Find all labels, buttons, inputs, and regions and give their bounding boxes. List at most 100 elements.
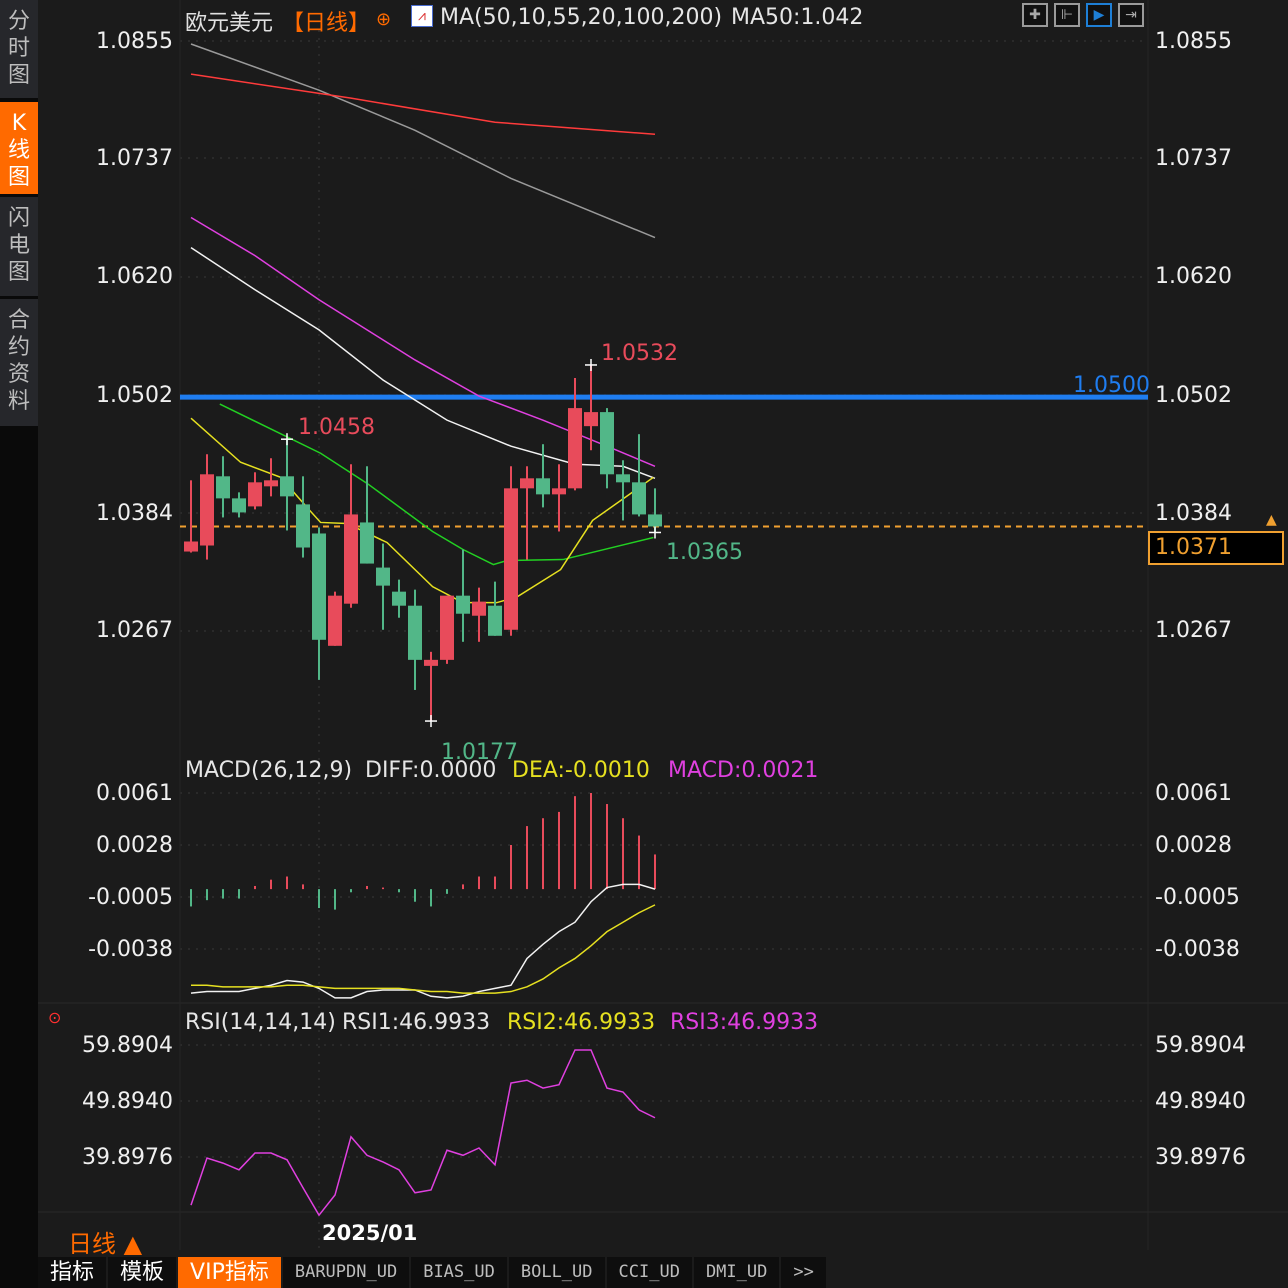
last-low-label: 1.0365: [666, 540, 743, 565]
indicator-chart-icon[interactable]: ⩘: [411, 5, 433, 27]
sidebar-item-flash-chart[interactable]: 闪电图: [0, 197, 38, 296]
price-tick-right: 1.0855: [1155, 29, 1232, 54]
move-right-icon[interactable]: ⇥: [1118, 3, 1144, 27]
current-price-box: 1.0371: [1148, 531, 1284, 565]
candle-down: [632, 482, 646, 515]
axis-settings-icon[interactable]: ⊩: [1054, 3, 1080, 27]
sidebar-label: 图: [7, 63, 30, 88]
current-price-marker-icon: ▲: [1266, 512, 1277, 528]
price-tick-right: 1.0267: [1155, 618, 1232, 643]
candle-down: [536, 478, 550, 495]
macd-title: MACD(26,12,9): [185, 758, 353, 783]
sidebar-label: K: [11, 111, 27, 136]
price-tick-left: 1.0502: [96, 383, 173, 408]
candle-up: [344, 514, 358, 604]
chart-canvas[interactable]: [0, 0, 1288, 1288]
sidebar-label: 图: [7, 165, 30, 190]
ma-line-ma55: [190, 216, 656, 467]
candle-down: [408, 605, 422, 660]
crosshair-icon[interactable]: ✚: [1022, 3, 1048, 27]
tab-barupdn[interactable]: BARUPDN_UD: [282, 1257, 410, 1288]
macd-tick-left: 0.0061: [96, 781, 173, 806]
candle-up: [184, 541, 198, 552]
macd-tick-right: -0.0038: [1155, 937, 1240, 962]
rsi1-label: RSI1:46.9933: [342, 1010, 491, 1035]
period-label[interactable]: 【日线】: [282, 5, 370, 37]
ma-line-ma100: [190, 73, 656, 136]
pane-settings-icon[interactable]: ⊙: [48, 1008, 61, 1027]
indicator-tab-bar: 指标 模板 VIP指标 BARUPDN_UD BIAS_UD BOLL_UD C…: [38, 1257, 828, 1288]
ma50-value: MA50:1.042: [731, 5, 864, 30]
sidebar-label: 约: [7, 335, 30, 360]
tab-cci[interactable]: CCI_UD: [606, 1257, 692, 1288]
rsi-tick-left: 39.8976: [82, 1145, 173, 1170]
candle-down: [232, 498, 246, 513]
price-tick-right: 1.0737: [1155, 146, 1232, 171]
candle-down: [488, 605, 502, 636]
candle-down: [648, 514, 662, 527]
sidebar-item-kline[interactable]: K线图: [0, 102, 38, 194]
sidebar-label: 料: [7, 389, 30, 414]
tab-indicators[interactable]: 指标: [38, 1257, 107, 1288]
sidebar-label: 线: [7, 138, 30, 163]
high-price-label: 1.0532: [601, 341, 678, 366]
sidebar-label: 闪: [7, 206, 30, 231]
candle-down: [296, 504, 310, 548]
date-axis-label: 2025/01: [322, 1221, 418, 1245]
ma-line-ma200: [190, 43, 656, 239]
hline-label[interactable]: 1.0500: [1073, 373, 1150, 398]
price-tick-left: 1.0855: [96, 29, 173, 54]
macd-tick-right: 0.0061: [1155, 781, 1232, 806]
price-tick-right: 1.0502: [1155, 383, 1232, 408]
candle-down: [616, 474, 630, 483]
rsi2-label: RSI2:46.9933: [507, 1010, 656, 1035]
candle-up: [248, 482, 262, 507]
sidebar-label: 资: [7, 362, 30, 387]
rsi3-label: RSI3:46.9933: [670, 1010, 819, 1035]
tab-vip-indicators[interactable]: VIP指标: [178, 1257, 281, 1288]
candle-up: [328, 595, 342, 646]
candle-up: [552, 488, 566, 495]
candle-down: [280, 476, 294, 497]
macd-tick-left: 0.0028: [96, 833, 173, 858]
macd-tick-left: -0.0038: [88, 937, 173, 962]
macd-diff-line: [190, 883, 656, 999]
price-tick-left: 1.0267: [96, 618, 173, 643]
ma-line-ma10: [190, 417, 654, 604]
tab-templates[interactable]: 模板: [108, 1257, 177, 1288]
macd-tick-right: 0.0028: [1155, 833, 1232, 858]
ma-line-ma50: [190, 246, 656, 480]
candle-down: [456, 595, 470, 614]
price-tick-left: 1.0384: [96, 501, 173, 526]
candle-up: [424, 659, 438, 666]
sidebar: 分时图 K线图 闪电图 合约资料: [0, 0, 38, 1288]
macd-diff-label: DIFF:0.0000: [365, 758, 497, 783]
candle-up: [584, 412, 598, 427]
sidebar-label: 时: [7, 36, 30, 61]
macd-tick-left: -0.0005: [88, 885, 173, 910]
rsi-tick-right: 39.8976: [1155, 1145, 1246, 1170]
period-selector[interactable]: 日线 ▲: [68, 1224, 142, 1259]
local-high-label: 1.0458: [298, 415, 375, 440]
candle-down: [216, 476, 230, 499]
sidebar-label: 图: [7, 260, 30, 285]
price-tick-left: 1.0737: [96, 146, 173, 171]
rsi-tick-left: 59.8904: [82, 1033, 173, 1058]
candle-down: [312, 533, 326, 640]
macd-dea-label: DEA:-0.0010: [512, 758, 650, 783]
rsi-title: RSI(14,14,14): [185, 1010, 336, 1035]
candle-up: [440, 595, 454, 660]
auto-scroll-icon[interactable]: ▶: [1086, 3, 1112, 27]
ma-params: MA(50,10,55,20,100,200): [440, 5, 723, 30]
tab-boll[interactable]: BOLL_UD: [508, 1257, 605, 1288]
candle-up: [504, 488, 518, 630]
sidebar-item-contract-info[interactable]: 合约资料: [0, 299, 38, 426]
price-tick-right: 1.0384: [1155, 501, 1232, 526]
sidebar-item-intraday[interactable]: 分时图: [0, 0, 38, 98]
sidebar-label: 分: [7, 9, 30, 34]
tab-bias[interactable]: BIAS_UD: [411, 1257, 507, 1288]
candle-down: [392, 591, 406, 606]
tab-more[interactable]: >>: [781, 1257, 826, 1288]
target-icon[interactable]: ⊕: [376, 9, 391, 30]
tab-dmi[interactable]: DMI_UD: [693, 1257, 780, 1288]
